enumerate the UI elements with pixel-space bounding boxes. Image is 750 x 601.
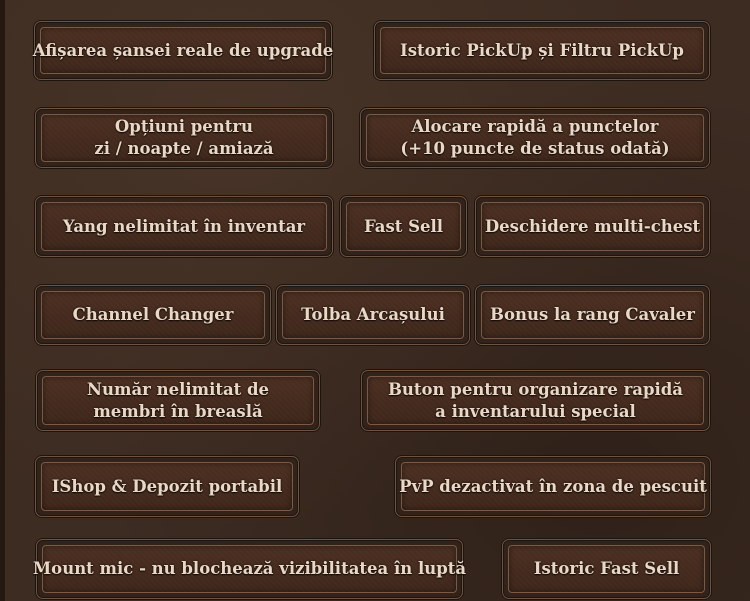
feature-small-mount[interactable]: Mount mic - nu blochează vizibilitatea î… (32, 539, 467, 599)
feature-knight-rank-bonus[interactable]: Bonus la rang Cavaler (475, 285, 710, 345)
feature-unlimited-yang[interactable]: Yang nelimitat în inventar (35, 196, 333, 257)
feature-multi-chest[interactable]: Deschidere multi-chest (475, 196, 710, 257)
feature-guild-members[interactable]: Număr nelimitat de membri în breaslă (36, 370, 320, 431)
feature-label: Buton pentru organizare rapidă a inventa… (387, 379, 683, 421)
feature-fast-sell-history[interactable]: Istoric Fast Sell (502, 539, 711, 599)
feature-label: Alocare rapidă a punctelor (+10 puncte d… (400, 117, 670, 158)
feature-label: Fast Sell (363, 216, 444, 236)
feature-label: Channel Changer (72, 305, 234, 324)
feature-label: Bonus la rang Cavaler (490, 305, 695, 324)
feature-pickup-history[interactable]: Istoric PickUp și Filtru PickUp (374, 21, 710, 80)
feature-archer-quiver[interactable]: Tolba Arcașului (276, 285, 470, 345)
feature-label: Istoric PickUp și Filtru PickUp (400, 40, 684, 60)
feature-portable-shop[interactable]: IShop & Depozit portabil (35, 456, 299, 517)
feature-label: Tolba Arcașului (301, 305, 445, 324)
feature-label: Istoric Fast Sell (533, 559, 680, 578)
feature-real-upgrade-chance[interactable]: Afișarea șansei reale de upgrade (32, 21, 334, 80)
feature-label: Yang nelimitat în inventar (62, 216, 306, 236)
feature-special-inventory-sort[interactable]: Buton pentru organizare rapidă a inventa… (361, 370, 710, 431)
feature-fast-sell[interactable]: Fast Sell (340, 196, 467, 257)
feature-day-night-options[interactable]: Opțiuni pentru zi / noapte / amiază (35, 108, 333, 168)
feature-quick-points[interactable]: Alocare rapidă a punctelor (+10 puncte d… (360, 108, 710, 168)
feature-label: Mount mic - nu blochează vizibilitatea î… (32, 559, 467, 578)
feature-label: PvP dezactivat în zona de pescuit (399, 476, 707, 496)
feature-label: Opțiuni pentru zi / noapte / amiază (94, 117, 274, 158)
feature-channel-changer[interactable]: Channel Changer (35, 285, 271, 345)
feature-pvp-fishing[interactable]: PvP dezactivat în zona de pescuit (395, 456, 711, 517)
feature-label: Deschidere multi-chest (484, 216, 701, 236)
feature-label: Afișarea șansei reale de upgrade (32, 40, 334, 60)
feature-label: Număr nelimitat de membri în breaslă (86, 379, 270, 421)
feature-label: IShop & Depozit portabil (51, 476, 283, 496)
